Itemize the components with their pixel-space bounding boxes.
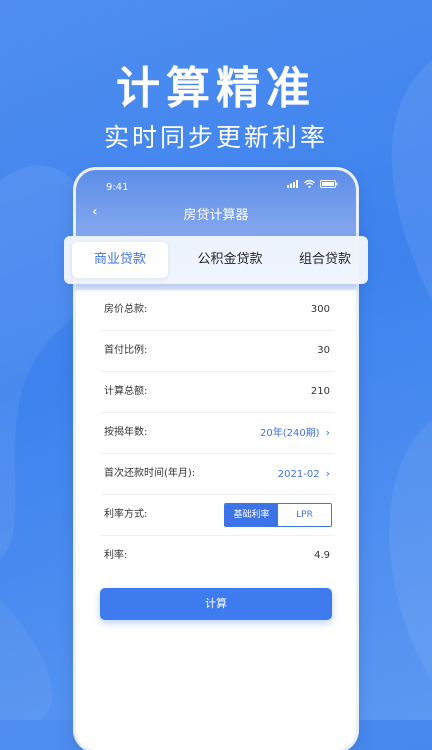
form-row-house-price[interactable]: 房价总款: 300 bbox=[100, 290, 334, 331]
form-row-rate[interactable]: 利率: 4.9 bbox=[100, 536, 334, 576]
house-price-value[interactable]: 300 bbox=[311, 290, 330, 330]
rate-mode-label: 利率方式: bbox=[104, 509, 148, 520]
form-row-rate-mode: 利率方式: 基础利率 LPR bbox=[100, 495, 334, 536]
first-payment-label: 首次还款时间(年月): bbox=[104, 468, 196, 479]
house-price-label: 房价总款: bbox=[104, 304, 148, 315]
total-label: 计算总额: bbox=[104, 386, 148, 397]
down-payment-value[interactable]: 30 bbox=[317, 331, 330, 371]
rate-mode-option-base[interactable]: 基础利率 bbox=[225, 504, 278, 526]
chevron-right-icon: › bbox=[325, 426, 330, 439]
loan-form: 房价总款: 300 首付比例: 30 计算总额: 210 按揭年数: 20年(2… bbox=[100, 290, 334, 576]
hero-subtitle: 实时同步更新利率 bbox=[103, 123, 328, 152]
years-value: 20年(240期) bbox=[259, 428, 320, 439]
loan-type-tabs: 商业贷款 公积金贷款 组合贷款 bbox=[64, 236, 368, 284]
tab-commercial-loan[interactable]: 商业贷款 bbox=[72, 242, 168, 278]
nav-title: 房贷计算器 bbox=[183, 208, 249, 223]
total-value: 210 bbox=[310, 386, 330, 397]
form-row-first-payment[interactable]: 首次还款时间(年月): 2021-02 › bbox=[100, 454, 334, 495]
rate-mode-option-lpr[interactable]: LPR bbox=[278, 504, 331, 526]
wifi-icon bbox=[304, 180, 315, 188]
chevron-right-icon: › bbox=[325, 467, 330, 480]
battery-icon bbox=[320, 180, 338, 188]
status-time: 9:41 bbox=[106, 182, 129, 193]
rate-value[interactable]: 4.9 bbox=[314, 536, 330, 576]
tab-combined-loan[interactable]: 组合贷款 bbox=[282, 242, 368, 278]
form-row-years[interactable]: 按揭年数: 20年(240期) › bbox=[100, 413, 334, 454]
rate-label: 利率: bbox=[104, 550, 128, 561]
signal-icon bbox=[287, 180, 298, 188]
status-icons bbox=[287, 180, 338, 188]
hero-title: 计算精准 bbox=[116, 63, 316, 114]
years-label: 按揭年数: bbox=[104, 427, 148, 438]
calculate-button[interactable]: 计算 bbox=[100, 588, 332, 620]
form-row-total: 计算总额: 210 bbox=[100, 372, 334, 413]
years-select[interactable]: 20年(240期) › bbox=[260, 413, 330, 454]
first-payment-select[interactable]: 2021-02 › bbox=[278, 454, 330, 495]
first-payment-value: 2021-02 bbox=[277, 469, 320, 480]
down-payment-label: 首付比例: bbox=[104, 345, 148, 356]
form-row-down-payment[interactable]: 首付比例: 30 bbox=[100, 331, 334, 372]
tab-provident-fund-loan[interactable]: 公积金贷款 bbox=[178, 242, 282, 278]
rate-mode-toggle[interactable]: 基础利率 LPR bbox=[224, 503, 332, 527]
